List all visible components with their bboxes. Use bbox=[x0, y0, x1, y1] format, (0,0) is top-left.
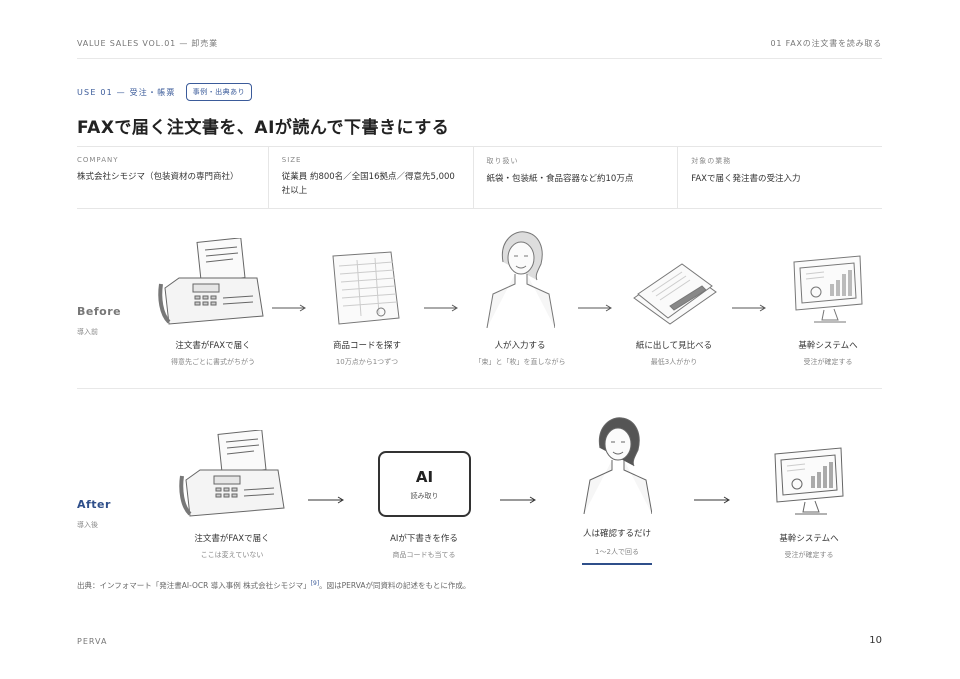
footer-brand: PERVA bbox=[77, 637, 108, 646]
monitor-chart-icon bbox=[793, 255, 863, 323]
source-badge: 事例・出典あり bbox=[185, 83, 253, 101]
before-step-2: 商品コードを探す 10万点から1つずつ bbox=[332, 341, 401, 366]
page-number: 10 bbox=[869, 635, 882, 646]
before-step-5: 基幹システムへ 受注が確定する bbox=[798, 341, 858, 366]
after-step-1: 注文書がFAXで届く ここは変えていない bbox=[194, 534, 270, 559]
source-note: 出典：インフォマート「発注書AI-OCR 導入事例 株式会社シモジマ」[9]。図… bbox=[77, 580, 470, 591]
arrow-icon bbox=[272, 304, 306, 312]
source-suffix: 。図はPERVAが同資料の記述をもとに作成。 bbox=[319, 581, 471, 590]
after-step-3: 人は確認するだけ 1〜2人で回る bbox=[557, 527, 677, 565]
person-icon bbox=[486, 231, 555, 328]
arrow-icon bbox=[424, 304, 458, 312]
source-text: 出典：インフォマート「発注書AI-OCR 導入事例 株式会社シモジマ」 bbox=[77, 581, 311, 590]
arrow-icon bbox=[578, 304, 612, 312]
page-title: FAXで届く注文書を、AIが読んで下書きにする bbox=[77, 118, 450, 138]
reference-link[interactable]: [9] bbox=[311, 580, 320, 587]
meta-size: SIZE 従業員 約800名／全国16拠点／得意先5,000社以上 bbox=[267, 147, 473, 208]
section-divider bbox=[77, 388, 882, 389]
meta-company: COMPANY 株式会社シモジマ（包装資材の専門商社） bbox=[77, 156, 239, 182]
fax-machine-icon bbox=[179, 430, 285, 517]
kicker-label: USE 01 — 受注・帳票 bbox=[77, 87, 176, 97]
arrow-icon bbox=[694, 496, 730, 504]
after-label: After 導入後 bbox=[77, 498, 111, 529]
page-header: VALUE SALES VOL.01 — 卸売業 01 FAXの注文書を読み取る bbox=[77, 38, 882, 49]
header-right: 01 FAXの注文書を読み取る bbox=[770, 39, 882, 48]
monitor-chart-icon bbox=[774, 447, 844, 515]
header-divider bbox=[77, 58, 882, 59]
before-step-1: 注文書がFAXで届く 得意先ごとに書式がちがう bbox=[171, 341, 255, 366]
section-kicker: USE 01 — 受注・帳票 事例・出典あり bbox=[77, 83, 253, 101]
arrow-icon bbox=[500, 496, 536, 504]
ai-box-icon: AI 読み取り bbox=[378, 451, 471, 517]
before-label: Before 導入前 bbox=[77, 305, 122, 336]
arrow-icon bbox=[732, 304, 766, 312]
papers-pen-icon bbox=[633, 263, 717, 325]
meta-products: 取り扱い 紙袋・包装紙・食品容器など約10万点 bbox=[472, 147, 678, 208]
before-step-3: 人が入力する 「束」と「枚」を直しながら bbox=[474, 341, 566, 366]
company-meta: COMPANY 株式会社シモジマ（包装資材の専門商社） SIZE 従業員 約800名… bbox=[77, 146, 882, 209]
meta-scope: 対象の業務 FAXで届く発注書の受注入力 bbox=[677, 147, 882, 208]
person-icon bbox=[583, 417, 652, 514]
price-list-icon bbox=[332, 251, 400, 325]
fax-machine-icon bbox=[158, 238, 264, 325]
before-step-4: 紙に出して見比べる 最低3人がかり bbox=[635, 341, 713, 366]
arrow-icon bbox=[308, 496, 344, 504]
header-left: VALUE SALES VOL.01 — 卸売業 bbox=[77, 39, 218, 48]
after-step-4: 基幹システムへ 受注が確定する bbox=[779, 534, 839, 559]
after-step-2: AIが下書きを作る 商品コードも当てる bbox=[390, 534, 458, 559]
